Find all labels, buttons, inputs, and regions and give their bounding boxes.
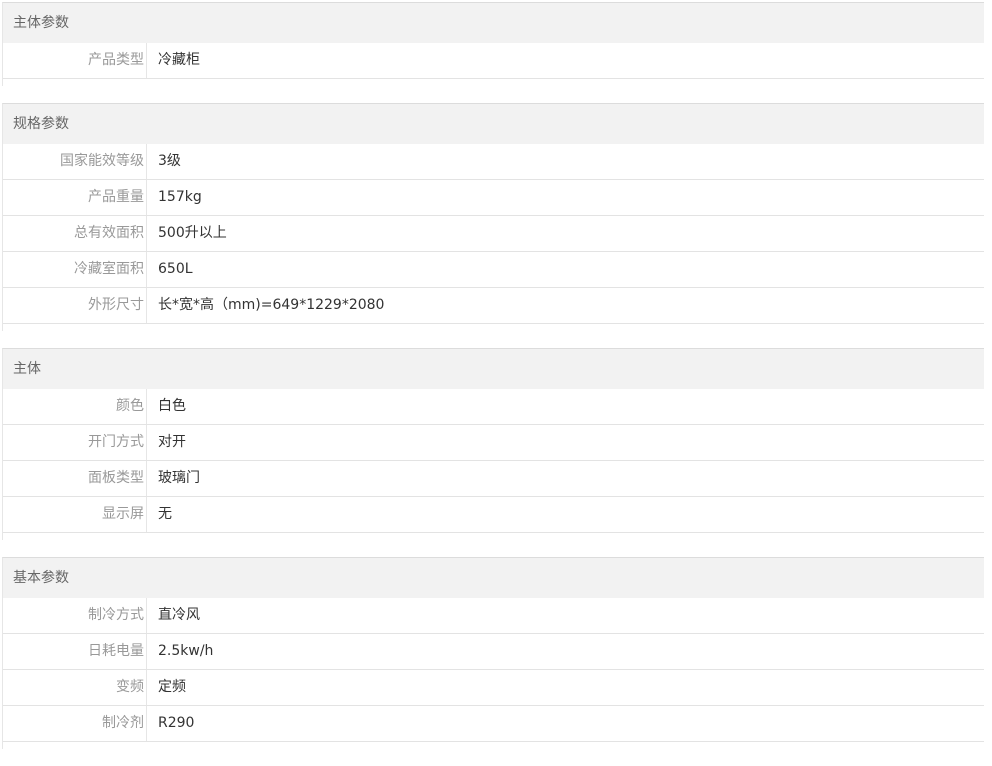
spec-table: 主体参数 产品类型 冷藏柜 规格参数 国家能效等级 3级 产品重量 157kg … — [2, 2, 984, 766]
spec-value: 玻璃门 — [158, 470, 200, 486]
spec-value: 157kg — [158, 189, 202, 205]
spec-row: 外形尺寸 长*宽*高（mm)=649*1229*2080 — [3, 288, 984, 324]
spec-value: 冷藏柜 — [158, 52, 200, 68]
spec-label: 国家能效等级 — [3, 144, 147, 179]
spec-label: 制冷方式 — [3, 598, 147, 633]
spec-label: 开门方式 — [3, 425, 147, 460]
spec-row: 总有效面积 500升以上 — [3, 216, 984, 252]
spec-row: 显示屏 无 — [3, 497, 984, 533]
section-header: 主体参数 — [3, 3, 984, 43]
spec-value: 白色 — [158, 398, 186, 414]
spec-section: 主体 颜色 白色 开门方式 对开 面板类型 玻璃门 显示屏 无 — [2, 348, 984, 540]
spec-row: 颜色 白色 — [3, 389, 984, 425]
spec-row: 面板类型 玻璃门 — [3, 461, 984, 497]
spec-row: 日耗电量 2.5kw/h — [3, 634, 984, 670]
spec-label: 显示屏 — [3, 497, 147, 532]
spec-label: 制冷剂 — [3, 706, 147, 741]
spec-label: 总有效面积 — [3, 216, 147, 251]
spec-row: 开门方式 对开 — [3, 425, 984, 461]
spec-section: 规格参数 国家能效等级 3级 产品重量 157kg 总有效面积 500升以上 冷… — [2, 103, 984, 331]
spec-label: 外形尺寸 — [3, 288, 147, 323]
spec-row: 国家能效等级 3级 — [3, 144, 984, 180]
spec-value: 定频 — [158, 679, 186, 695]
spec-label: 变频 — [3, 670, 147, 705]
spec-value: 3级 — [158, 153, 181, 169]
spec-value: 2.5kw/h — [158, 643, 214, 659]
spec-section: 主体参数 产品类型 冷藏柜 — [2, 2, 984, 86]
spec-value: R290 — [158, 715, 195, 731]
section-header: 主体 — [3, 349, 984, 389]
spec-row: 变频 定频 — [3, 670, 984, 706]
spec-value: 对开 — [158, 434, 186, 450]
spec-section: 基本参数 制冷方式 直冷风 日耗电量 2.5kw/h 变频 定频 制冷剂 R29… — [2, 557, 984, 749]
spec-label: 产品重量 — [3, 180, 147, 215]
section-header: 基本参数 — [3, 558, 984, 598]
spec-row: 产品重量 157kg — [3, 180, 984, 216]
spec-label: 冷藏室面积 — [3, 252, 147, 287]
section-header: 规格参数 — [3, 104, 984, 144]
spec-value: 500升以上 — [158, 225, 227, 241]
spec-label: 颜色 — [3, 389, 147, 424]
spec-label: 日耗电量 — [3, 634, 147, 669]
spec-row: 制冷方式 直冷风 — [3, 598, 984, 634]
spec-row: 产品类型 冷藏柜 — [3, 43, 984, 79]
spec-value: 直冷风 — [158, 607, 200, 623]
spec-label: 面板类型 — [3, 461, 147, 496]
spec-value: 无 — [158, 506, 172, 522]
spec-value: 650L — [158, 261, 193, 277]
spec-label: 产品类型 — [3, 43, 147, 78]
spec-row: 制冷剂 R290 — [3, 706, 984, 742]
spec-value: 长*宽*高（mm)=649*1229*2080 — [158, 297, 385, 313]
spec-row: 冷藏室面积 650L — [3, 252, 984, 288]
